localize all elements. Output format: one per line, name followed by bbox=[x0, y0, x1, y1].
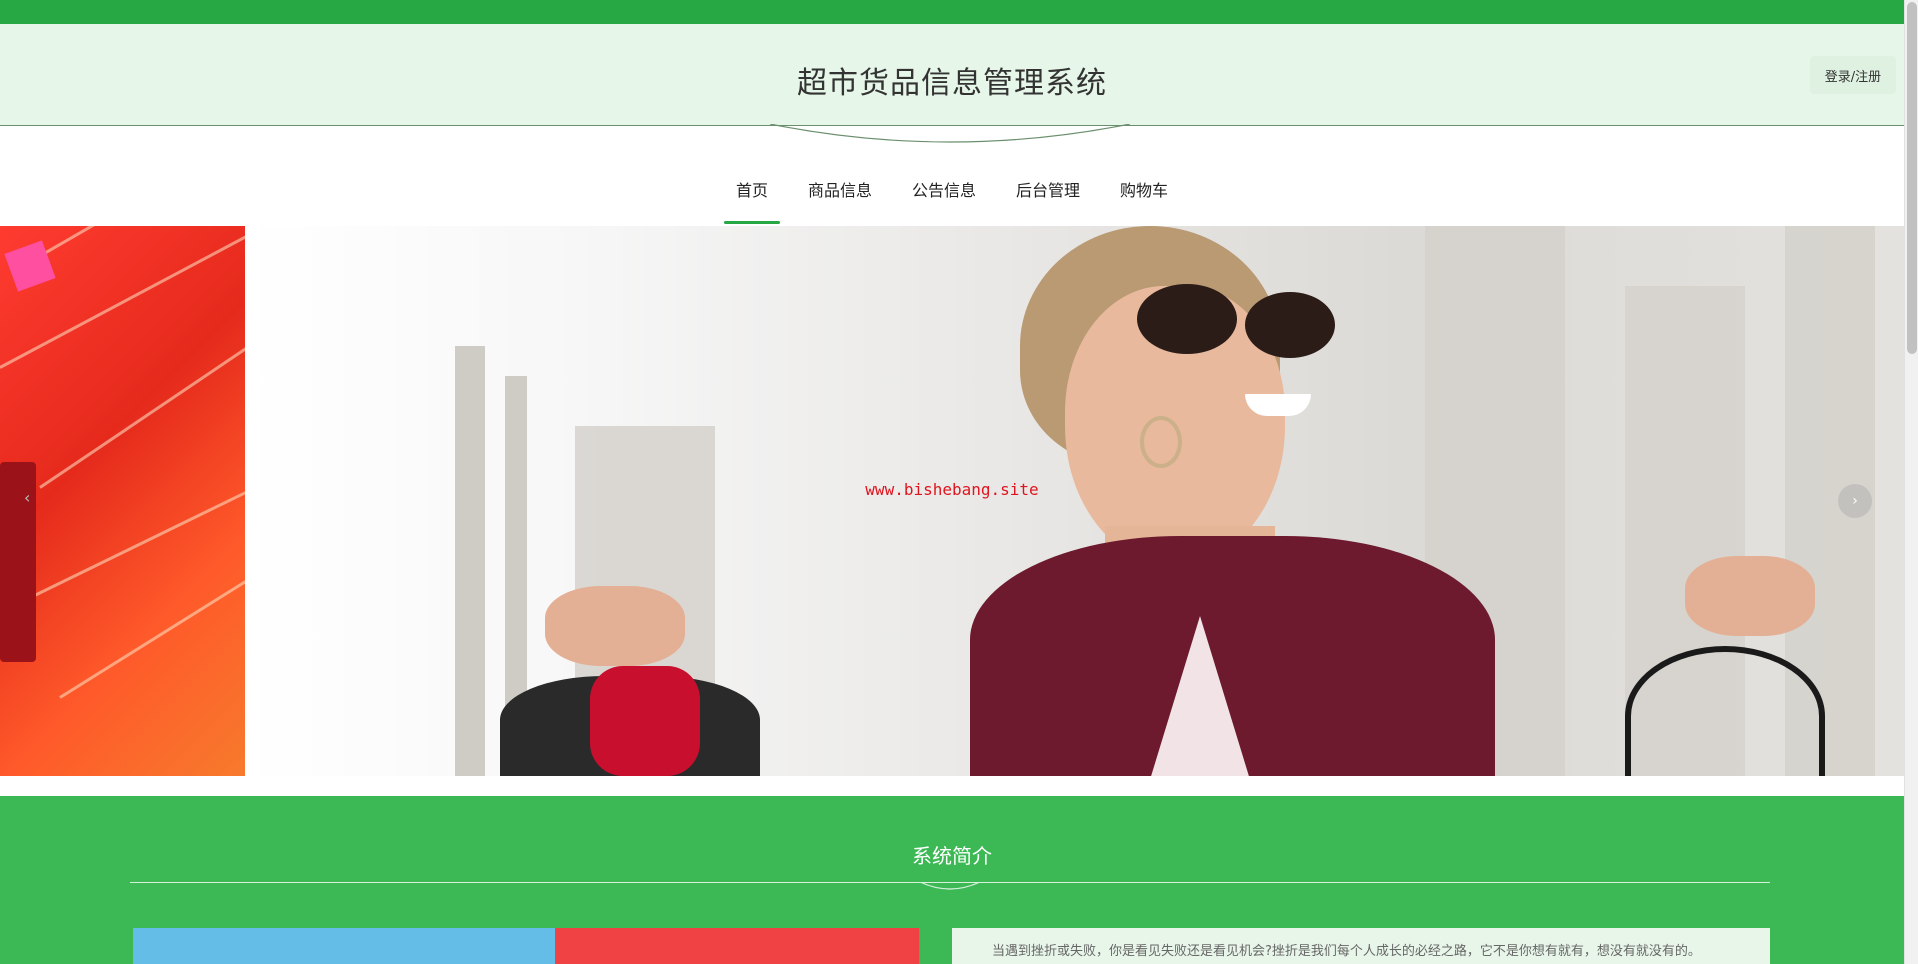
divider-notch-decoration bbox=[920, 882, 980, 890]
nav-item-admin[interactable]: 后台管理 bbox=[996, 168, 1100, 224]
nav-item-products[interactable]: 商品信息 bbox=[788, 168, 892, 224]
shopping-bag-image bbox=[1625, 646, 1825, 776]
nav-item-home[interactable]: 首页 bbox=[716, 168, 788, 224]
main-nav: 首页 商品信息 公告信息 后台管理 购物车 bbox=[0, 168, 1904, 224]
nav-item-cart[interactable]: 购物车 bbox=[1100, 168, 1188, 224]
login-register-button[interactable]: 登录/注册 bbox=[1810, 56, 1896, 94]
watermark-text: www.bishebang.site bbox=[865, 480, 1039, 499]
chevron-right-icon[interactable]: › bbox=[1838, 484, 1872, 518]
nav-item-announcements[interactable]: 公告信息 bbox=[892, 168, 996, 224]
page-scrollbar[interactable] bbox=[1904, 0, 1918, 964]
banner-carousel[interactable]: www.bishebang.site ‹ › bbox=[0, 226, 1904, 776]
gift-box-image bbox=[4, 240, 56, 292]
intro-image bbox=[555, 928, 919, 964]
scrollbar-thumb[interactable] bbox=[1907, 2, 1917, 354]
header-swoosh-decoration bbox=[770, 124, 1130, 143]
intro-title: 系统简介 bbox=[912, 844, 992, 868]
shopping-bag-image bbox=[590, 666, 700, 776]
chevron-left-icon[interactable]: ‹ bbox=[24, 488, 44, 514]
intro-image bbox=[133, 928, 555, 964]
intro-text-box: 当遇到挫折或失败，你是看见失败还是看见机会?挫折是我们每个人成长的必经之路，它不… bbox=[952, 928, 1770, 964]
top-bar bbox=[0, 0, 1904, 24]
intro-text: 当遇到挫折或失败，你是看见失败还是看见机会?挫折是我们每个人成长的必经之路，它不… bbox=[992, 944, 1701, 959]
sunglasses-image bbox=[1137, 284, 1237, 354]
system-intro-section: 系统简介 当遇到挫折或失败，你是看见失败还是看见机会?挫折是我们每个人成长的必经… bbox=[0, 796, 1904, 964]
carousel-slide-current bbox=[245, 226, 1904, 776]
site-title: 超市货品信息管理系统 bbox=[797, 66, 1107, 101]
site-header: 超市货品信息管理系统 登录/注册 bbox=[0, 24, 1904, 126]
